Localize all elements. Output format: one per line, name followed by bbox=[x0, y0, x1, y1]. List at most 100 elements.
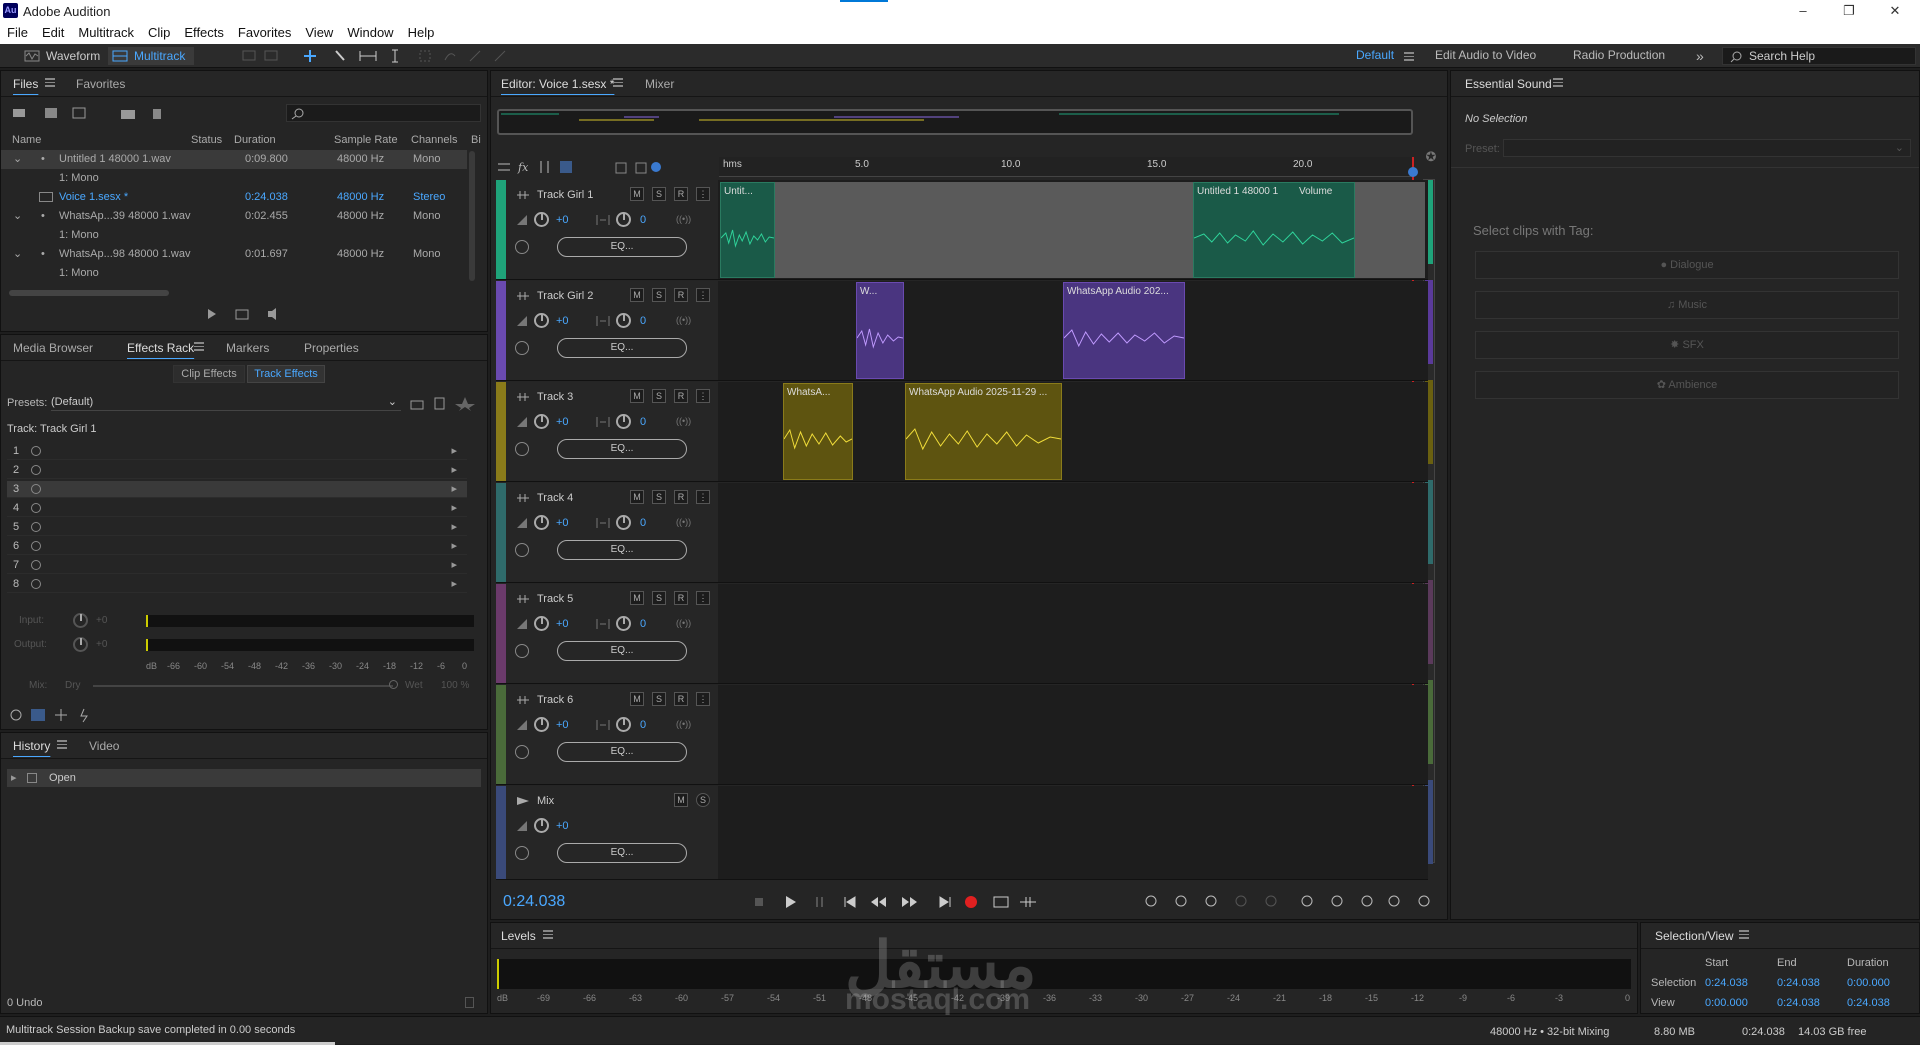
editor-track-tools[interactable]: fx bbox=[496, 159, 671, 175]
file-row[interactable]: 1: Mono bbox=[1, 264, 467, 283]
tag-ambience-button[interactable]: ✿ Ambience bbox=[1475, 371, 1899, 399]
files-menu-icon[interactable] bbox=[45, 78, 55, 87]
effect-slot[interactable]: 7 ▸ bbox=[7, 557, 467, 574]
files-toolbar-icons[interactable] bbox=[11, 105, 171, 121]
tab-properties[interactable]: Properties bbox=[304, 341, 359, 355]
track-name[interactable]: Mix bbox=[537, 795, 554, 807]
tab-effects-rack[interactable]: Effects Rack bbox=[127, 341, 194, 355]
mute-button[interactable]: M bbox=[630, 490, 644, 504]
files-scrollbar[interactable] bbox=[9, 290, 169, 296]
record-arm-button[interactable]: R bbox=[674, 389, 688, 403]
monitor-button[interactable]: ⋮ bbox=[696, 187, 710, 201]
record-arm-button[interactable]: R bbox=[674, 490, 688, 504]
track-header[interactable]: Track 5 M S R ⋮ +0 0 ((•)) EQ... bbox=[496, 584, 1208, 684]
selection-duration[interactable]: 0:00.000 bbox=[1847, 977, 1890, 989]
solo-button[interactable]: S bbox=[652, 591, 666, 605]
time-ruler[interactable]: hms 5.0 10.0 15.0 20.0 bbox=[719, 157, 1413, 177]
col-channels[interactable]: Channels bbox=[411, 131, 457, 150]
file-row[interactable]: ⌄ • WhatsAp...39 48000 1.wav 0:02.455 48000… bbox=[1, 207, 467, 226]
eq-button[interactable]: EQ... bbox=[557, 641, 687, 661]
eq-button[interactable]: EQ... bbox=[557, 237, 687, 257]
waveform-button[interactable]: Waveform bbox=[20, 47, 102, 65]
mute-button[interactable]: M bbox=[674, 793, 688, 807]
tab-markers[interactable]: Markers bbox=[226, 341, 269, 355]
pan-value[interactable]: 0 bbox=[640, 618, 646, 630]
menu-clip[interactable]: Clip bbox=[141, 22, 177, 44]
file-row[interactable]: ⌄ • WhatsAp...98 48000 1.wav 0:01.697 48000… bbox=[1, 245, 467, 264]
menu-file[interactable]: File bbox=[0, 22, 35, 44]
volume-value[interactable]: +0 bbox=[556, 315, 569, 327]
volume-value[interactable]: +0 bbox=[556, 517, 569, 529]
volume-knob[interactable] bbox=[534, 414, 549, 429]
pan-value[interactable]: 0 bbox=[640, 719, 646, 731]
record-arm-button[interactable]: R bbox=[674, 288, 688, 302]
track-lane[interactable]: WhatsA... WhatsApp Audio 2025-11-29 ... bbox=[718, 382, 1428, 482]
menu-view[interactable]: View bbox=[298, 22, 340, 44]
workspace-radio-production[interactable]: Radio Production bbox=[1573, 48, 1665, 62]
col-sample-rate[interactable]: Sample Rate bbox=[334, 131, 398, 150]
menu-edit[interactable]: Edit bbox=[35, 22, 71, 44]
pan-knob[interactable] bbox=[616, 717, 631, 732]
pan-value[interactable]: 0 bbox=[640, 214, 646, 226]
workspace-edit-audio-video[interactable]: Edit Audio to Video bbox=[1435, 48, 1536, 62]
solo-button[interactable]: S bbox=[652, 288, 666, 302]
file-row[interactable]: 1: Mono bbox=[1, 226, 467, 245]
effect-slot[interactable]: 4 ▸ bbox=[7, 500, 467, 517]
workspace-default[interactable]: Default bbox=[1356, 48, 1394, 62]
audio-clip[interactable]: WhatsApp Audio 2025-11-29 ... bbox=[905, 383, 1062, 480]
menu-help[interactable]: Help bbox=[401, 22, 442, 44]
history-item[interactable]: ▸ Open bbox=[7, 769, 481, 787]
zoom-controls[interactable] bbox=[1142, 893, 1432, 911]
workspace-menu-icon[interactable] bbox=[1404, 52, 1414, 61]
monitor-button[interactable]: ⋮ bbox=[696, 288, 710, 302]
presets-dropdown[interactable]: (Default) ⌄ bbox=[51, 393, 401, 411]
track-lane[interactable]: W... WhatsApp Audio 202... bbox=[718, 281, 1428, 381]
volume-knob[interactable] bbox=[534, 515, 549, 530]
monitor-button[interactable]: ⋮ bbox=[696, 692, 710, 706]
output-icon[interactable]: ((•)) bbox=[676, 618, 691, 628]
effect-slot[interactable]: 8 ▸ bbox=[7, 576, 467, 593]
pan-knob[interactable] bbox=[616, 414, 631, 429]
record-arm-button[interactable]: R bbox=[674, 591, 688, 605]
file-row[interactable]: ⌄ • Untitled 1 48000 1.wav 0:09.800 48000 H… bbox=[1, 150, 467, 169]
tab-editor[interactable]: Editor: Voice 1.sesx * bbox=[501, 77, 614, 91]
audio-clip[interactable]: WhatsApp Audio 202... bbox=[1063, 282, 1185, 379]
tag-music-button[interactable]: ♫ Music bbox=[1475, 291, 1899, 319]
close-icon[interactable]: ✕ bbox=[1872, 0, 1918, 22]
output-icon[interactable]: ((•)) bbox=[676, 517, 691, 527]
pan-value[interactable]: 0 bbox=[640, 416, 646, 428]
output-icon[interactable]: ((•)) bbox=[676, 315, 691, 325]
fx-power-icon[interactable] bbox=[515, 745, 529, 759]
mix-slider-handle[interactable] bbox=[389, 680, 398, 689]
track-header[interactable]: Track 6 M S R ⋮ +0 0 ((•)) EQ... bbox=[496, 685, 1208, 785]
output-icon[interactable]: ((•)) bbox=[676, 719, 691, 729]
history-menu-icon[interactable] bbox=[57, 740, 67, 749]
pan-knob[interactable] bbox=[616, 212, 631, 227]
fx-power-icon[interactable] bbox=[515, 644, 529, 658]
tab-files[interactable]: Files bbox=[13, 77, 38, 91]
tab-mixer[interactable]: Mixer bbox=[645, 77, 674, 91]
track-header[interactable]: Track 4 M S R ⋮ +0 0 ((•)) EQ... bbox=[496, 483, 1208, 583]
restore-icon[interactable]: ❐ bbox=[1826, 0, 1872, 22]
tab-history[interactable]: History bbox=[13, 739, 50, 753]
tag-sfx-button[interactable]: ✸ SFX bbox=[1475, 331, 1899, 359]
snap-icon[interactable]: ✪ bbox=[1421, 149, 1441, 169]
output-icon[interactable]: ((•)) bbox=[676, 416, 691, 426]
fx-power-icon[interactable] bbox=[515, 543, 529, 557]
eq-button[interactable]: EQ... bbox=[557, 742, 687, 762]
tab-favorites[interactable]: Favorites bbox=[76, 77, 125, 91]
track-lane[interactable] bbox=[718, 786, 1428, 880]
effect-slot[interactable]: 6 ▸ bbox=[7, 538, 467, 555]
track-effects-tab[interactable]: Track Effects bbox=[247, 365, 325, 383]
menu-window[interactable]: Window bbox=[340, 22, 400, 44]
effect-slot[interactable]: 5 ▸ bbox=[7, 519, 467, 536]
mute-button[interactable]: M bbox=[630, 187, 644, 201]
file-row[interactable]: 1: Mono bbox=[1, 169, 467, 188]
files-search-input[interactable] bbox=[286, 104, 481, 122]
volume-knob[interactable] bbox=[534, 616, 549, 631]
audio-clip[interactable]: Untitled 1 48000 1 Volume bbox=[1193, 182, 1355, 278]
levels-menu-icon[interactable] bbox=[543, 930, 553, 939]
col-status[interactable]: Status bbox=[191, 131, 222, 150]
menu-effects[interactable]: Effects bbox=[177, 22, 231, 44]
overview-navigator[interactable] bbox=[497, 109, 1413, 135]
